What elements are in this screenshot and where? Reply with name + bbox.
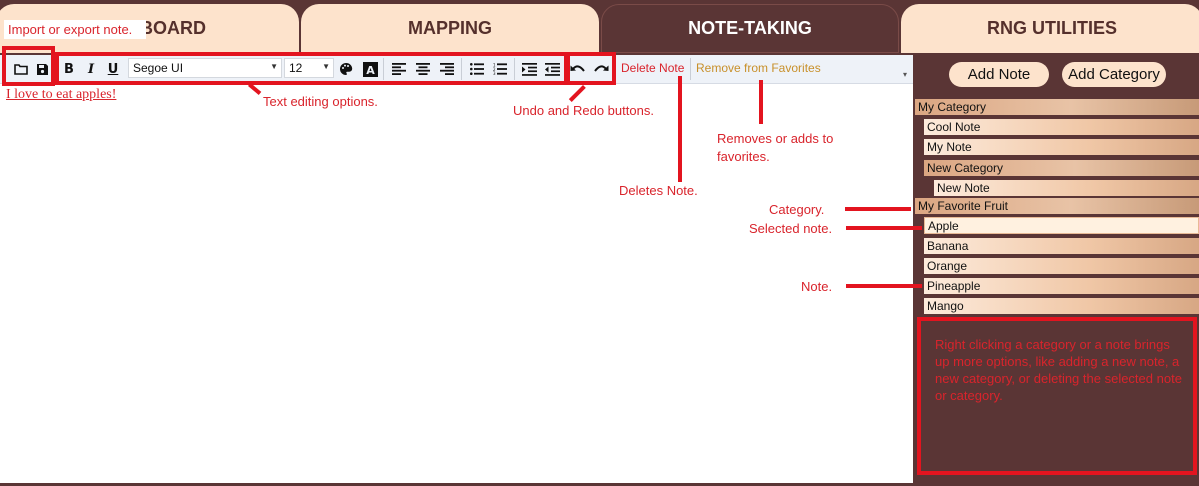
annotation-box-undo-redo [566,52,616,85]
annotation-note: Note. [801,279,833,294]
tree-note-label: Cool Note [927,120,981,134]
annotation-line [846,284,922,288]
annotation-line [845,207,911,211]
annotation-right-click: Right clicking a category or a note brin… [935,337,1182,403]
tree-note[interactable]: Mango [924,298,1199,314]
tree-note-label: Apple [928,218,959,233]
tree-note[interactable]: New Note [934,180,1199,196]
tree-note-label: New Note [937,181,990,195]
tree-note-selected[interactable]: Apple [924,217,1199,234]
tab-note-taking-label: NOTE-TAKING [688,18,812,38]
tree-category[interactable]: My Category [915,99,1199,115]
tree-note[interactable]: Cool Note [924,119,1199,135]
annotation-line [678,76,682,182]
annotation-line [759,80,763,124]
add-note-label: Add Note [967,66,1031,83]
annotation-selected-note: Selected note. [749,221,833,236]
annotation-favorites-line1: Removes or adds to [717,131,834,146]
add-category-label: Add Category [1068,66,1160,83]
remove-from-favorites-button[interactable]: Remove from Favorites [696,61,821,75]
annotation-category: Category. [769,202,825,217]
tree-note[interactable]: My Note [924,139,1199,155]
annotation-text-editing: Text editing options. [263,94,378,109]
annotation-box-file [2,46,55,86]
annotation-line [846,226,922,230]
note-body-text[interactable]: I love to eat apples! [6,87,116,103]
annotation-favorites-line2: favorites. [717,149,770,164]
tab-rng-utilities-label: RNG UTILITIES [987,18,1117,38]
tree-note-label: Mango [927,299,964,313]
annotation-box-formatting [55,52,568,85]
tree-note-label: Banana [927,239,969,253]
tree-note[interactable]: Orange [924,258,1199,274]
tree-note[interactable]: Pineapple [924,278,1199,294]
tree-note-label: Orange [927,259,968,273]
add-note-button[interactable]: Add Note [949,62,1049,87]
add-category-button[interactable]: Add Category [1062,62,1166,87]
annotation-import-export: Import or export note. [8,22,133,37]
tab-mapping-label: MAPPING [407,18,492,38]
tab-rng-utilities[interactable]: RNG UTILITIES [901,4,1199,53]
tab-note-taking[interactable]: NOTE-TAKING [601,4,899,53]
tree-note[interactable]: Banana [924,238,1199,254]
tree-note-label: My Note [927,140,972,154]
tree-category-label: New Category [927,161,1004,175]
tree-category[interactable]: My Favorite Fruit [915,198,1199,214]
tree-category[interactable]: New Category [924,160,1199,176]
tab-mapping[interactable]: MAPPING [301,4,599,53]
tree-category-label: My Favorite Fruit [918,199,1009,213]
note-editor[interactable] [0,55,913,483]
toolbar-overflow-icon[interactable]: ▾ [903,70,907,79]
delete-note-button[interactable]: Delete Note [621,61,684,75]
annotation-deletes-note: Deletes Note. [619,183,698,198]
tree-category-label: My Category [918,100,987,114]
tree-note-label: Pineapple [927,279,981,293]
toolbar-separator [690,58,691,80]
annotation-undo-redo: Undo and Redo buttons. [513,103,654,118]
